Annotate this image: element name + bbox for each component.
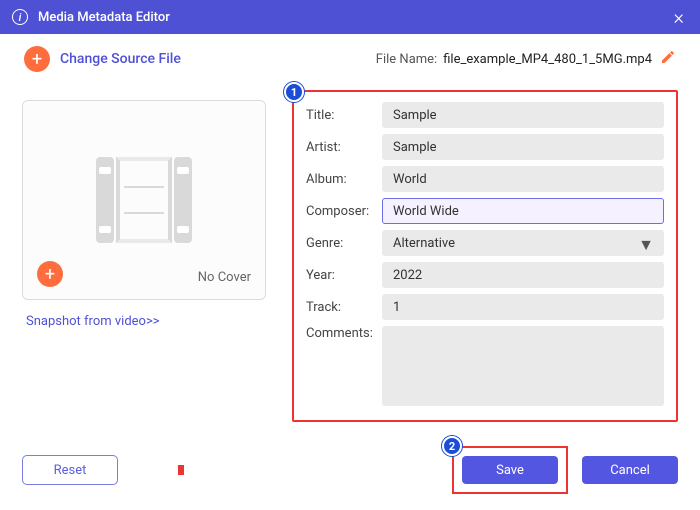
title-label: Title: (306, 108, 382, 123)
edit-filename-icon[interactable] (660, 49, 676, 69)
add-cover-button[interactable]: + (37, 261, 63, 287)
info-icon: i (12, 9, 28, 25)
snapshot-from-video-link[interactable]: Snapshot from video>> (26, 314, 272, 329)
composer-input[interactable] (382, 198, 664, 224)
track-input[interactable] (382, 294, 664, 320)
save-callout-box: 2 Save (452, 446, 568, 494)
track-label: Track: (306, 300, 382, 315)
callout-badge-1: 1 (284, 82, 304, 102)
reset-button[interactable]: Reset (22, 455, 118, 485)
cover-preview: + No Cover (22, 100, 266, 300)
top-row: + Change Source File File Name: file_exa… (0, 34, 700, 82)
album-input[interactable] (382, 166, 664, 192)
cancel-button[interactable]: Cancel (582, 456, 678, 484)
callout-badge-2: 2 (442, 436, 462, 456)
year-input[interactable] (382, 262, 664, 288)
change-source-plus-icon[interactable]: + (24, 46, 50, 72)
artist-input[interactable] (382, 134, 664, 160)
close-icon[interactable]: × (670, 5, 688, 29)
metadata-form: 1 Title: Artist: Album: Composer: Genre: (292, 90, 678, 422)
genre-select[interactable]: ▼ (382, 230, 664, 256)
comments-label: Comments: (306, 326, 382, 341)
film-placeholder-icon (96, 157, 192, 243)
title-bar: i Media Metadata Editor × (0, 0, 700, 34)
artist-label: Artist: (306, 140, 382, 155)
change-source-file-link[interactable]: Change Source File (60, 51, 181, 67)
annotation-mark (178, 465, 184, 475)
footer: Reset 2 Save Cancel (22, 446, 678, 494)
window-title: Media Metadata Editor (38, 10, 170, 25)
save-button[interactable]: Save (462, 456, 558, 484)
title-input[interactable] (382, 102, 664, 128)
no-cover-label: No Cover (198, 270, 251, 285)
genre-label: Genre: (306, 236, 382, 251)
composer-label: Composer: (306, 204, 382, 219)
file-name-label: File Name: (376, 52, 437, 67)
album-label: Album: (306, 172, 382, 187)
genre-value[interactable] (382, 230, 664, 256)
year-label: Year: (306, 268, 382, 283)
file-name-value: file_example_MP4_480_1_5MG.mp4 (443, 52, 652, 67)
comments-input[interactable] (382, 326, 664, 406)
